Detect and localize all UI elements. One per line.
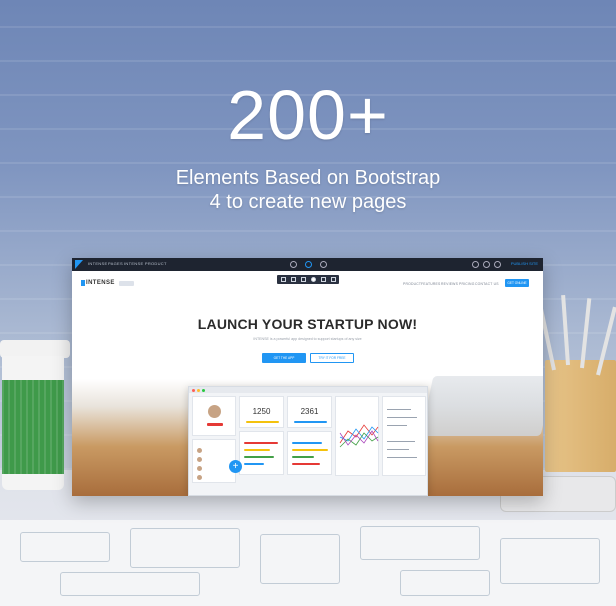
subtitle-line-2: 4 to create new pages (209, 191, 407, 213)
builder-logo-icon (75, 260, 83, 269)
add-block-button[interactable]: + (229, 460, 242, 473)
site-logo[interactable]: INTENSE (86, 280, 115, 286)
stat-card: 2361 (287, 396, 332, 428)
pencil-holder (545, 360, 616, 472)
progress-card (287, 431, 332, 475)
subtitle-line-1: Elements Based on Bootstrap (175, 167, 441, 189)
code-icon[interactable] (320, 261, 327, 268)
save-block-icon[interactable] (321, 277, 326, 282)
nav-item[interactable]: PRICING (459, 282, 475, 286)
legend-card (382, 396, 426, 476)
sketch-paper (0, 520, 616, 606)
stat-card: 1250 (239, 396, 284, 428)
get-app-button[interactable]: GET THE APP (262, 353, 306, 363)
profile-badge (207, 423, 223, 426)
site-tagline: INTENSE is a powerful app designed to su… (253, 337, 362, 341)
line-chart (339, 424, 379, 448)
copy-icon[interactable] (301, 277, 306, 282)
stat-bar (294, 421, 327, 423)
history-icon[interactable] (290, 261, 297, 268)
dashboard-mockup: 1250 2361 (188, 386, 428, 496)
window-titlebar (189, 387, 427, 393)
design-mode-icon[interactable] (305, 261, 312, 268)
nav-item[interactable]: PRODUCT (403, 282, 421, 286)
nav-item[interactable]: CONTACT US (475, 282, 499, 286)
settings-icon[interactable] (483, 261, 490, 268)
maximize-dot (202, 388, 205, 392)
logo-badge (119, 281, 134, 286)
record-icon[interactable] (311, 277, 316, 282)
minimize-dot (197, 388, 200, 392)
breadcrumb-item[interactable]: INTENSE (88, 261, 107, 266)
avatar (208, 405, 221, 418)
element-toolbar (277, 275, 339, 284)
breadcrumb-item[interactable]: PAGES (108, 261, 123, 266)
close-dot (192, 388, 195, 392)
stat-value: 2361 (300, 407, 319, 416)
editor-topbar: INTENSE PAGES INTENSE PRODUCT PUBLISH SI… (72, 258, 543, 271)
chart-card (335, 396, 379, 476)
coffee-cup (0, 340, 70, 490)
headline-subtitle: Elements Based on Bootstrap 4 to create … (0, 166, 616, 214)
avatar (197, 475, 202, 480)
nav-item[interactable]: REVIEWS (441, 282, 458, 286)
avatar (197, 448, 202, 453)
site-logo-icon (81, 280, 85, 286)
progress-card (239, 431, 284, 475)
contacts-card (192, 439, 236, 483)
avatar (197, 457, 202, 462)
desktop-icon[interactable] (472, 261, 479, 268)
breadcrumb-item[interactable]: INTENSE PRODUCT (124, 261, 167, 266)
headline-count: 200+ (227, 76, 389, 154)
publish-button[interactable]: PUBLISH SITE (511, 261, 538, 266)
site-preview: INTENSE PRODUCT FEATURES REVIEWS PRICING… (72, 271, 543, 496)
try-free-button[interactable]: TRY IT FOR FREE (310, 353, 354, 363)
move-icon[interactable] (281, 277, 286, 282)
nav-get-online-button[interactable]: GET ONLINE (505, 279, 529, 287)
style-icon[interactable] (291, 277, 296, 282)
builder-screenshot: INTENSE PAGES INTENSE PRODUCT PUBLISH SI… (72, 258, 543, 496)
save-icon[interactable] (494, 261, 501, 268)
delete-icon[interactable] (331, 277, 336, 282)
avatar (197, 466, 202, 471)
stat-value: 1250 (252, 407, 271, 416)
laptop-photo (420, 376, 543, 436)
stat-bar (246, 421, 279, 423)
site-headline: LAUNCH YOUR STARTUP NOW! (197, 316, 418, 332)
nav-item[interactable]: FEATURES (421, 282, 440, 286)
profile-card (192, 396, 236, 436)
